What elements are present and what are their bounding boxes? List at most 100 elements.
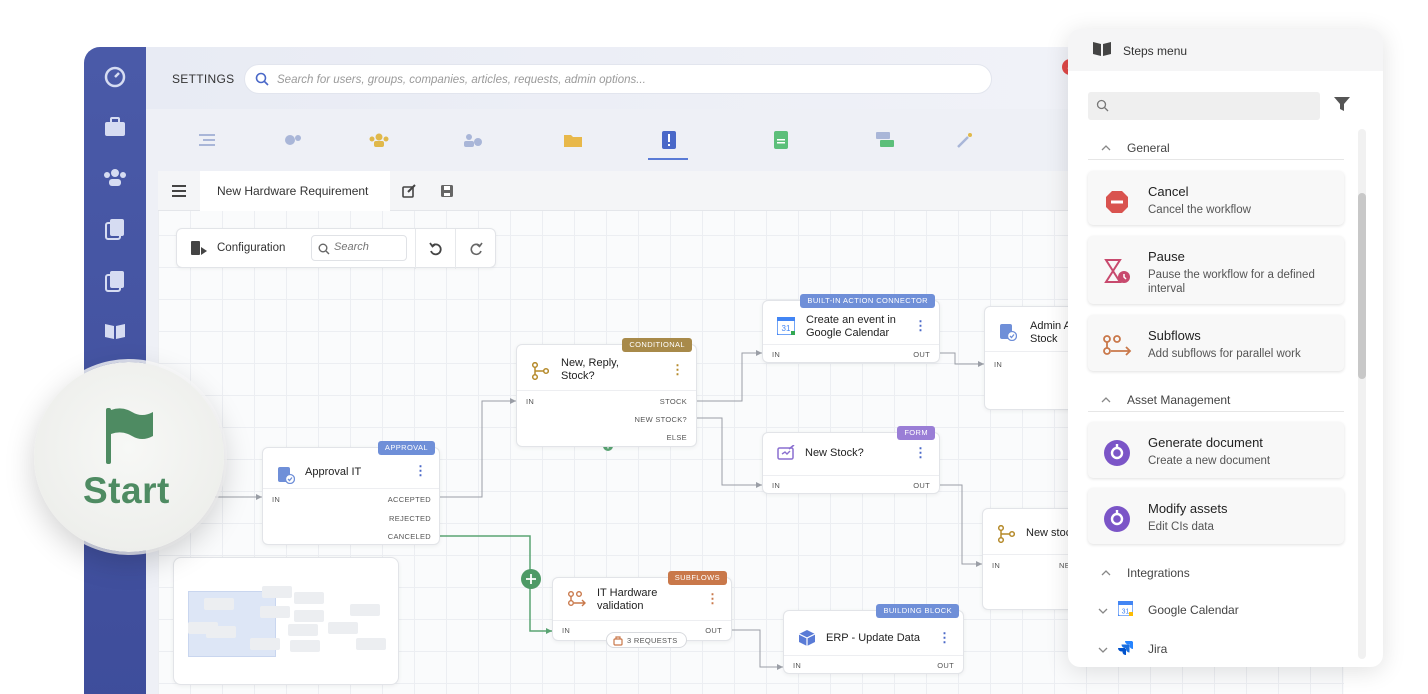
undo-icon bbox=[428, 242, 442, 256]
cube-icon bbox=[798, 629, 816, 647]
port-out[interactable]: OUT bbox=[913, 350, 930, 359]
save-button[interactable] bbox=[428, 171, 466, 211]
node-menu-icon[interactable]: ⋮ bbox=[671, 363, 684, 376]
port-canceled[interactable]: CANCELED bbox=[388, 532, 431, 541]
undo-button[interactable] bbox=[415, 229, 455, 269]
steps-search-input[interactable] bbox=[1114, 98, 1314, 110]
node-title-line1: Admin A bbox=[1030, 320, 1071, 332]
documents-icon[interactable] bbox=[103, 217, 127, 241]
step-subflows[interactable]: Subflows Add subflows for parallel work bbox=[1088, 315, 1344, 371]
dashboard-icon[interactable] bbox=[103, 65, 127, 89]
magic-wand-icon[interactable] bbox=[954, 129, 976, 151]
port-new-stock[interactable]: NEW STOCK? bbox=[635, 415, 687, 424]
node-title-line2: Stock bbox=[1030, 333, 1058, 345]
branch-icon bbox=[531, 361, 550, 381]
active-tool-indicator bbox=[648, 158, 688, 160]
minimap[interactable] bbox=[173, 557, 399, 685]
integration-google-calendar[interactable]: 31 Google Calendar bbox=[1088, 598, 1344, 622]
book-icon[interactable] bbox=[103, 319, 127, 343]
integration-jira[interactable]: Jira bbox=[1088, 637, 1344, 661]
node-menu-icon[interactable]: ⋮ bbox=[414, 464, 427, 477]
global-search-input[interactable] bbox=[277, 71, 977, 89]
section-general[interactable]: General bbox=[1088, 132, 1344, 160]
green-doc-icon[interactable] bbox=[770, 129, 792, 151]
config-icon bbox=[191, 241, 207, 260]
files-icon[interactable] bbox=[103, 269, 127, 293]
port-rejected[interactable]: REJECTED bbox=[389, 514, 431, 523]
menu-button[interactable] bbox=[158, 171, 200, 211]
jira-icon bbox=[1118, 640, 1133, 656]
step-title: Cancel bbox=[1148, 184, 1189, 199]
step-desc: Edit CIs data bbox=[1148, 521, 1214, 533]
node-menu-icon[interactable]: ⋮ bbox=[938, 631, 951, 644]
briefcase-icon[interactable] bbox=[103, 115, 127, 139]
node-new-stock-form[interactable]: FORM New Stock? ⋮ IN OUT bbox=[762, 426, 940, 494]
step-generate-document[interactable]: Generate document Create a new document bbox=[1088, 422, 1344, 478]
node-title: New Stock? bbox=[805, 447, 864, 459]
port-stock[interactable]: STOCK bbox=[660, 397, 687, 406]
config-label[interactable]: Configuration bbox=[217, 242, 285, 254]
start-node[interactable]: Start bbox=[34, 362, 224, 552]
chevron-up-icon bbox=[1101, 565, 1111, 579]
steps-search[interactable] bbox=[1088, 92, 1320, 120]
node-title-line2: Google Calendar bbox=[806, 327, 890, 339]
node-title: Admin A Stock bbox=[1030, 320, 1071, 346]
minimap-node bbox=[328, 622, 358, 634]
step-modify-assets[interactable]: Modify assets Edit CIs data bbox=[1088, 488, 1344, 544]
filter-icon[interactable] bbox=[1334, 97, 1350, 116]
config-search[interactable] bbox=[311, 235, 407, 261]
node-title-line2: validation bbox=[597, 600, 644, 612]
node-conditional[interactable]: CONDITIONAL New, Reply, Stock? ⋮ IN STOCK… bbox=[516, 338, 697, 447]
section-label: Integrations bbox=[1127, 566, 1190, 580]
requests-badge[interactable]: 3 REQUESTS bbox=[606, 632, 687, 648]
subflows-icon bbox=[567, 590, 586, 608]
workflow-tab[interactable]: New Hardware Requirement bbox=[200, 171, 390, 211]
steps-scrollbar-thumb[interactable] bbox=[1358, 193, 1366, 379]
section-asset-management[interactable]: Asset Management bbox=[1088, 384, 1344, 412]
step-pause[interactable]: Pause Pause the workflow for a defined i… bbox=[1088, 236, 1344, 304]
asset-icon bbox=[1102, 504, 1132, 534]
step-desc: Add subflows for parallel work bbox=[1148, 348, 1301, 360]
config-search-input[interactable] bbox=[334, 241, 404, 253]
hamburger-icon bbox=[172, 185, 186, 197]
port-accepted[interactable]: ACCEPTED bbox=[388, 495, 431, 504]
port-else[interactable]: ELSE bbox=[667, 433, 687, 442]
folder-icon[interactable] bbox=[562, 129, 584, 151]
server-icon[interactable] bbox=[874, 129, 896, 151]
node-menu-icon[interactable]: ⋮ bbox=[706, 592, 719, 605]
edit-button[interactable] bbox=[390, 171, 428, 211]
users-icon[interactable] bbox=[103, 165, 127, 189]
minimap-node bbox=[262, 586, 292, 598]
node-erp-update-data[interactable]: BUILDING BLOCK ERP - Update Data ⋮ IN OU… bbox=[783, 604, 964, 674]
section-integrations[interactable]: Integrations bbox=[1088, 557, 1344, 585]
node-title-line1: IT Hardware bbox=[597, 587, 658, 599]
port-out[interactable]: OUT bbox=[705, 626, 722, 635]
port-out[interactable]: OUT bbox=[937, 661, 954, 670]
integration-label: Google Calendar bbox=[1148, 603, 1239, 617]
port-out[interactable]: OUT bbox=[913, 481, 930, 490]
node-menu-icon[interactable]: ⋮ bbox=[914, 319, 927, 332]
step-cancel[interactable]: Cancel Cancel the workflow bbox=[1088, 171, 1344, 225]
gears-icon[interactable] bbox=[282, 129, 304, 151]
svg-text:31: 31 bbox=[782, 324, 791, 333]
global-search[interactable] bbox=[244, 64, 992, 94]
node-google-calendar[interactable]: BUILT-IN ACTION CONNECTOR 31 Create an e… bbox=[762, 294, 940, 363]
node-approval-it[interactable]: APPROVAL Approval IT ⋮ IN ACCEPTED REJEC… bbox=[262, 441, 440, 545]
start-label: Start bbox=[83, 470, 170, 511]
svg-text:31: 31 bbox=[1122, 609, 1130, 616]
node-menu-icon[interactable]: ⋮ bbox=[914, 446, 927, 459]
save-icon bbox=[441, 185, 453, 197]
list-icon[interactable] bbox=[196, 129, 218, 151]
redo-button[interactable] bbox=[455, 229, 495, 269]
node-tag: FORM bbox=[897, 426, 935, 440]
book-icon bbox=[1092, 41, 1112, 62]
minimap-node bbox=[294, 610, 324, 622]
node-divider bbox=[763, 475, 939, 476]
steps-scrollbar[interactable] bbox=[1358, 129, 1366, 659]
info-doc-icon[interactable] bbox=[658, 129, 680, 151]
team-icon[interactable] bbox=[368, 129, 390, 151]
minimap-node bbox=[206, 626, 236, 638]
node-it-hardware-validation[interactable]: SUBFLOWS IT Hardware validation ⋮ IN OUT … bbox=[552, 571, 732, 648]
user-settings-icon[interactable] bbox=[462, 129, 484, 151]
node-tag: SUBFLOWS bbox=[667, 571, 727, 585]
